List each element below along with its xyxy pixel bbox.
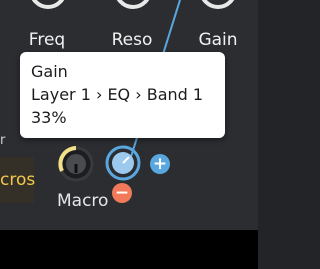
tooltip-value: 33% [31,108,67,127]
tooltip-param-name: Gain [31,62,68,81]
tooltip-path: Layer 1 › EQ › Band 1 [31,85,204,104]
macro-label: Macro [57,191,109,211]
bottom-bar [0,230,258,269]
left-tick-text: r [0,133,6,148]
add-modulation-button[interactable]: + [150,154,170,174]
gain-knob[interactable] [188,0,248,18]
gain-label: Gain [198,30,238,50]
parameter-tooltip: Gain Layer 1 › EQ › Band 1 33% [20,52,225,138]
freq-knob[interactable] [18,0,78,18]
macros-tab-label: cros [0,170,36,190]
macro-modulation-knob[interactable] [101,141,145,185]
remove-modulation-button[interactable]: − [112,183,132,203]
macro-knob[interactable] [55,143,97,185]
freq-label: Freq [28,30,66,50]
